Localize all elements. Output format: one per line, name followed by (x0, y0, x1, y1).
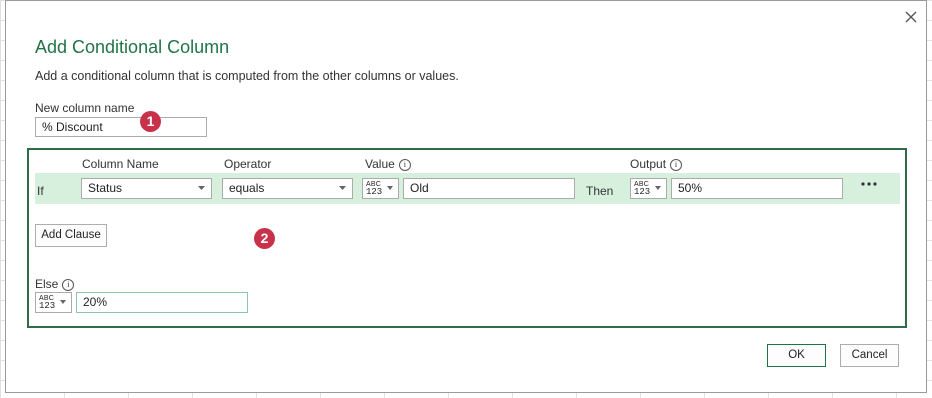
output-header-text: Output (630, 157, 667, 171)
add-clause-button[interactable]: Add Clause (35, 224, 107, 247)
operator-select[interactable]: equals (222, 178, 353, 199)
more-horizontal-icon[interactable] (861, 181, 877, 187)
value-header-text: Value (365, 157, 395, 171)
annotation-badge-1: 1 (140, 111, 161, 132)
else-label-text: Else (35, 277, 59, 291)
chevron-down-icon (198, 186, 205, 190)
operator-select-value: equals (229, 181, 265, 195)
chevron-down-icon (60, 300, 66, 304)
type-123-text: 123 (39, 301, 56, 311)
value-input[interactable]: Old (403, 178, 575, 199)
type-123-text: 123 (634, 187, 651, 197)
add-conditional-column-dialog: Add Conditional Column Add a conditional… (5, 0, 927, 393)
operator-header: Operator (224, 157, 272, 171)
cancel-button[interactable]: Cancel (840, 344, 899, 367)
column-name-select[interactable]: Status (81, 178, 212, 199)
new-column-name-input[interactable]: % Discount (35, 117, 207, 137)
info-icon[interactable]: i (398, 158, 411, 171)
output-type-button[interactable]: ABC 123 (630, 178, 667, 199)
ok-button[interactable]: OK (767, 344, 826, 367)
info-icon[interactable]: i (670, 158, 683, 171)
else-label: Else i (35, 277, 75, 291)
value-header: Value i (365, 157, 411, 171)
chevron-down-icon (655, 186, 661, 190)
value-type-button[interactable]: ABC 123 (362, 178, 399, 199)
type-123-text: 123 (366, 187, 383, 197)
dialog-description: Add a conditional column that is compute… (35, 69, 459, 83)
column-name-header: Column Name (82, 157, 159, 171)
chevron-down-icon (387, 186, 393, 190)
info-icon[interactable]: i (62, 278, 75, 291)
then-label: Then (586, 184, 614, 198)
column-name-select-value: Status (88, 181, 123, 195)
else-value-input[interactable]: 20% (76, 292, 248, 313)
else-type-button[interactable]: ABC 123 (35, 292, 72, 313)
output-input[interactable]: 50% (671, 178, 843, 199)
annotation-badge-2: 2 (254, 228, 275, 249)
chevron-down-icon (339, 186, 346, 190)
if-label: If (37, 184, 44, 198)
dialog-title: Add Conditional Column (35, 37, 230, 57)
close-icon[interactable] (903, 9, 919, 25)
new-column-name-label: New column name (35, 101, 135, 115)
output-header: Output i (630, 157, 683, 171)
